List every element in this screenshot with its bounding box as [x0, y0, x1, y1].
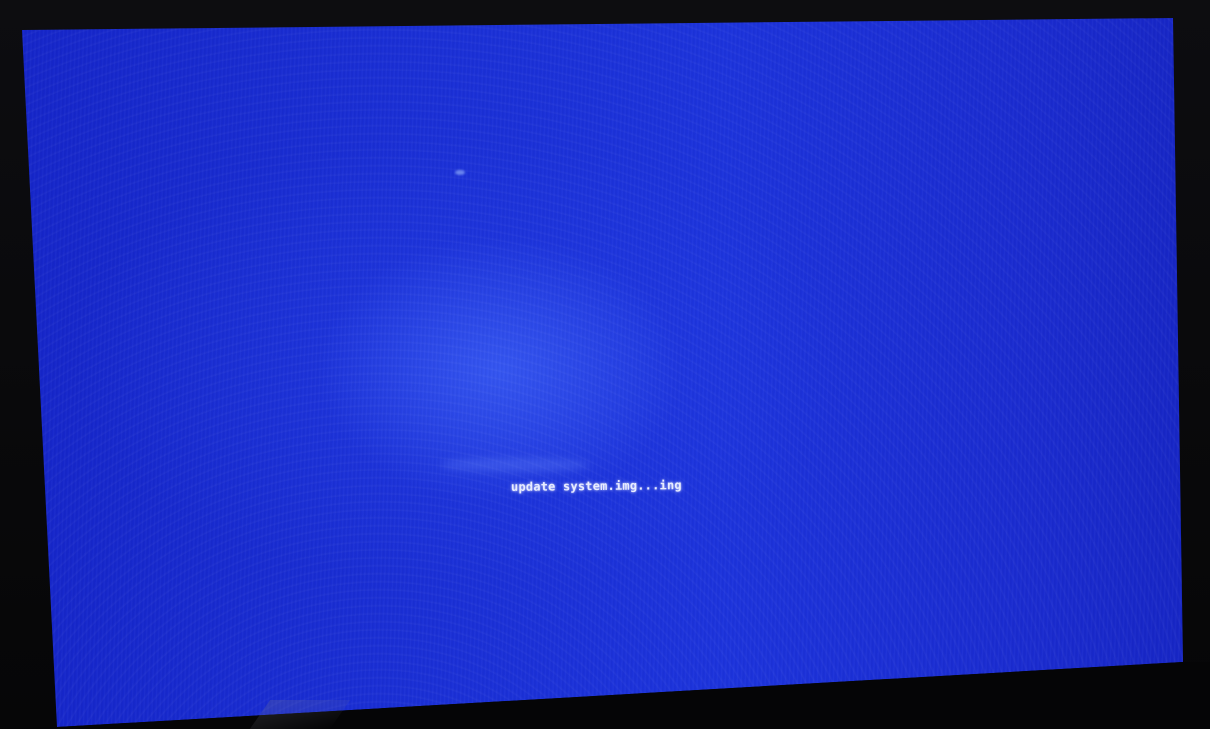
update-status-text: update system.img...ing	[510, 478, 682, 494]
glare-streak	[440, 458, 590, 472]
blue-update-screen	[22, 18, 1183, 727]
photo-frame: update system.img...ing	[0, 0, 1210, 729]
glare-spot	[455, 170, 465, 175]
